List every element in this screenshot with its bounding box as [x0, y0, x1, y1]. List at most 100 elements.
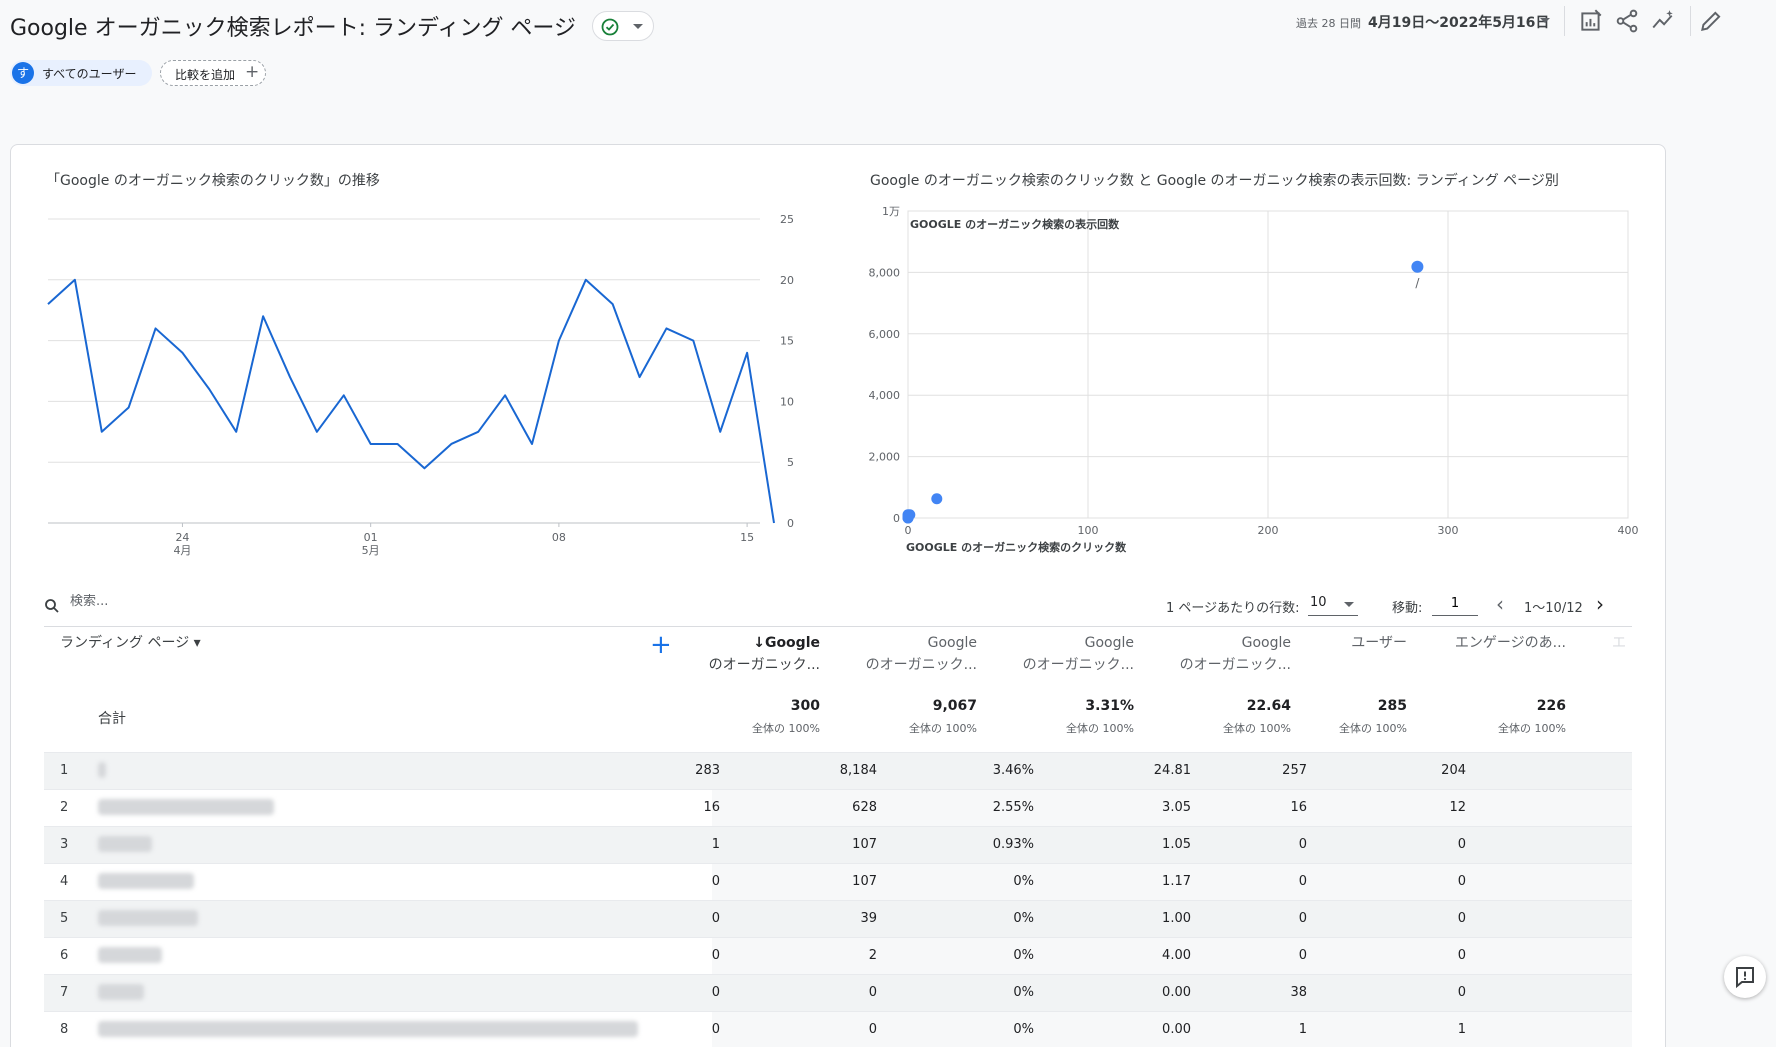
table-row[interactable]: 4 0 107 0% 1.17 0 0: [44, 863, 1632, 901]
table-cell: 4.00: [1162, 948, 1191, 963]
table-cell: 3.46%: [992, 763, 1034, 778]
table-cell: 0: [1457, 948, 1466, 963]
divider: [1690, 6, 1691, 36]
total-percent: 全体の 100%: [1066, 722, 1134, 735]
table-toolbar: 1 ページあたりの行数: 10 移動: ‹ 1〜10/12 ›: [36, 584, 1636, 628]
table-cell: 1: [1457, 1022, 1466, 1037]
landing-page-redacted[interactable]: [98, 984, 144, 1000]
x-tick-label: 100: [1078, 524, 1099, 537]
rows-per-page-label: 1 ページあたりの行数:: [1166, 601, 1300, 616]
goto-page-input[interactable]: [1432, 592, 1478, 616]
table-row[interactable]: 5 0 39 0% 1.00 0 0: [44, 900, 1632, 938]
insights-icon[interactable]: [1650, 8, 1676, 34]
total-value: 22.64: [1246, 698, 1291, 714]
plus-icon: +: [245, 62, 260, 82]
column-header-users[interactable]: ユーザー: [1351, 632, 1407, 654]
search-icon: [45, 599, 59, 613]
x-tick-label: 0: [905, 524, 912, 537]
customize-report-icon[interactable]: [1578, 8, 1604, 34]
row-index: 8: [60, 1022, 69, 1037]
column-header-clicks[interactable]: ↓Google のオーガニック...: [709, 632, 820, 676]
goto-page-label: 移動:: [1392, 601, 1423, 616]
table-cell: 283: [695, 763, 720, 778]
add-dimension-plus-icon[interactable]: +: [650, 630, 672, 660]
divider: [1564, 6, 1565, 36]
table-cell: 0: [1457, 874, 1466, 889]
share-icon[interactable]: [1614, 8, 1640, 34]
landing-page-redacted[interactable]: [98, 836, 152, 852]
table-row[interactable]: 7 0 0 0% 0.00 38 0: [44, 974, 1632, 1012]
x-tick-label: 24: [175, 531, 189, 544]
x-axis-title: GOOGLE のオーガニック検索のクリック数: [906, 540, 1127, 554]
feedback-button[interactable]: [1724, 956, 1766, 998]
column-header-line1: Google: [927, 635, 977, 651]
add-comparison-button[interactable]: 比較を追加 +: [160, 60, 266, 86]
x-tick-label: 200: [1258, 524, 1279, 537]
total-clicks: 300 全体の 100%: [752, 698, 820, 736]
column-header-line2: のオーガニック...: [708, 657, 820, 673]
table-row[interactable]: 1 283 8,184 3.46% 24.81 257 204: [44, 752, 1632, 790]
table-cell: 0: [711, 948, 720, 963]
y-tick-label: 8,000: [869, 266, 901, 279]
all-users-chip[interactable]: す すべてのユーザー: [10, 60, 152, 86]
column-header-line1: Google: [1241, 635, 1291, 651]
total-ctr: 3.31% 全体の 100%: [1066, 698, 1134, 736]
column-header-line1: ↓Google: [753, 635, 820, 651]
user-segment-label: すべてのユーザー: [42, 67, 137, 81]
date-range-picker[interactable]: 4月19日〜2022年5月16日: [1368, 12, 1549, 32]
table-row[interactable]: 8 0 0 0% 0.00 1 1: [44, 1011, 1632, 1047]
table-cell: 16: [703, 800, 720, 815]
landing-page-redacted[interactable]: [98, 799, 274, 815]
dimension-header-landing-page[interactable]: ランディング ページ ▾: [60, 632, 201, 654]
report-status-dropdown[interactable]: [592, 11, 654, 41]
column-header-ctr[interactable]: Google のオーガニック...: [1023, 632, 1134, 676]
line-chart: 0 5 10 15 20 25 244月 015月 08 15: [47, 213, 794, 557]
divider: [44, 626, 1632, 627]
landing-page-redacted[interactable]: [98, 762, 106, 778]
row-index: 3: [60, 837, 69, 852]
x-tick-month-label: 4月: [173, 544, 191, 557]
row-index: 4: [60, 874, 69, 889]
previous-page-icon[interactable]: ‹: [1496, 592, 1504, 616]
table-cell: 0: [711, 1022, 720, 1037]
landing-page-redacted[interactable]: [98, 947, 162, 963]
column-header-impressions[interactable]: Google のオーガニック...: [866, 632, 977, 676]
next-page-icon[interactable]: ›: [1596, 592, 1604, 616]
table-row[interactable]: 3 1 107 0.93% 1.05 0 0: [44, 826, 1632, 864]
scatter-point: [902, 512, 914, 524]
x-tick-label: 15: [740, 531, 754, 544]
x-tick-label: 01: [364, 531, 378, 544]
total-percent: 全体の 100%: [1498, 722, 1566, 735]
y-tick-label: 6,000: [869, 328, 901, 341]
landing-page-redacted[interactable]: [98, 1021, 638, 1037]
table-cell: 0: [711, 874, 720, 889]
column-header-avg-position[interactable]: Google のオーガニック...: [1180, 632, 1291, 676]
table-cell: 107: [852, 837, 877, 852]
y-axis-title: GOOGLE のオーガニック検索の表示回数: [910, 217, 1120, 231]
table-cell: 0: [868, 985, 877, 1000]
y-tick-label: 1万: [882, 205, 900, 218]
y-tick-label: 25: [780, 213, 794, 226]
table-row[interactable]: 2 16 628 2.55% 3.05 16 12: [44, 789, 1632, 827]
rows-per-page-select[interactable]: 10: [1308, 592, 1358, 616]
y-tick-label: 0: [893, 512, 900, 525]
table-cell: 3.05: [1162, 800, 1191, 815]
total-impressions: 9,067 全体の 100%: [909, 698, 977, 736]
column-header-truncated[interactable]: エ: [1612, 632, 1626, 654]
column-header-line1: エ: [1612, 635, 1626, 651]
column-header-engaged-sessions[interactable]: エンゲージのあ...: [1455, 632, 1566, 654]
y-tick-label: 15: [780, 335, 794, 348]
total-percent: 全体の 100%: [1339, 722, 1407, 735]
feedback-icon: [1736, 967, 1754, 989]
x-tick-label: 400: [1618, 524, 1639, 537]
table-cell: 0: [1298, 837, 1307, 852]
edit-pencil-icon[interactable]: [1698, 8, 1724, 34]
table-row[interactable]: 6 0 2 0% 4.00 0 0: [44, 937, 1632, 975]
landing-page-redacted[interactable]: [98, 910, 198, 926]
chevron-down-icon[interactable]: [1540, 18, 1550, 23]
x-tick-label: 08: [552, 531, 566, 544]
table-cell: 0: [711, 985, 720, 1000]
table-cell: 1: [711, 837, 720, 852]
landing-page-redacted[interactable]: [98, 873, 194, 889]
table-search-input[interactable]: [70, 594, 370, 609]
